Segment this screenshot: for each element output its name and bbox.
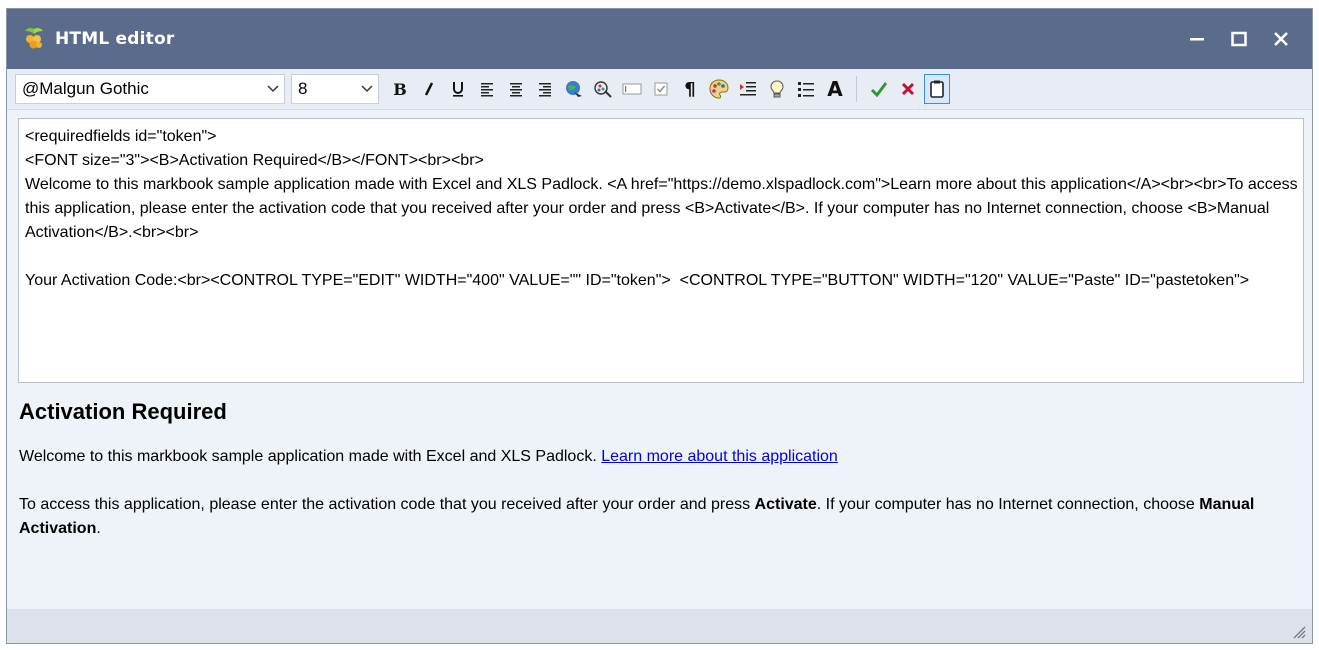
html-editor-window: HTML editor @Malgun Gothic 8 B ¶ A <requ… [6,8,1313,644]
grape-app-icon [25,27,43,49]
font-button[interactable]: A [822,74,848,104]
html-source-editor[interactable]: <requiredfields id="token"> <FONT size="… [18,118,1304,383]
clipboard-button[interactable] [924,74,950,104]
paragraph-button[interactable]: ¶ [677,74,703,104]
preview-access-text-1: To access this application, please enter… [19,496,755,513]
paragraph-icon: ¶ [684,78,696,100]
chevron-down-icon [262,85,284,93]
status-bar [7,609,1312,643]
italic-button[interactable] [416,74,442,104]
cancel-button[interactable] [895,74,921,104]
preview-access-paragraph: To access this application, please enter… [19,493,1309,541]
insert-edit-control-icon [622,83,642,95]
list-icon [798,82,814,97]
html-preview: Activation Required Welcome to this mark… [19,387,1309,609]
preview-access-text-3: . [96,520,101,537]
font-size-value: 8 [298,79,308,98]
font-name-value: @Malgun Gothic [22,79,149,98]
title-bar[interactable]: HTML editor [7,9,1312,69]
close-icon [1274,32,1288,46]
ok-button[interactable] [866,74,892,104]
font-name-select[interactable]: @Malgun Gothic [15,74,285,104]
color-palette-button[interactable] [706,74,732,104]
preview-heading: Activation Required [19,399,227,424]
align-center-button[interactable] [503,74,529,104]
toolbar-separator [856,76,857,102]
maximize-icon [1231,31,1247,47]
close-button[interactable] [1260,9,1302,69]
align-center-icon [510,83,522,97]
clipboard-icon [930,80,944,98]
indent-button[interactable] [735,74,761,104]
insert-image-icon [594,81,612,98]
italic-icon [424,82,434,96]
insert-edit-control-button[interactable] [619,74,645,104]
insert-checkbox-icon [654,82,668,96]
ok-check-icon [870,82,888,98]
insert-link-button[interactable] [561,74,587,104]
bold-icon: B [393,79,407,99]
font-size-select[interactable]: 8 [291,74,379,104]
align-right-icon [539,83,551,97]
insert-image-button[interactable] [590,74,616,104]
color-palette-icon [709,79,729,99]
cancel-x-icon [901,82,915,96]
preview-activate-bold: Activate [754,496,817,513]
insert-checkbox-button[interactable] [648,74,674,104]
insert-link-icon [566,81,582,97]
preview-welcome-text: Welcome to this markbook sample applicat… [19,448,602,465]
preview-access-text-2: . If your computer has no Internet conne… [816,496,1200,513]
tip-bulb-button[interactable] [764,74,790,104]
underline-icon [453,82,463,97]
tip-bulb-icon [770,80,784,98]
editor-toolbar: @Malgun Gothic 8 B ¶ A [7,69,1312,110]
indent-icon [740,82,756,96]
minimize-button[interactable] [1176,9,1218,69]
resize-grip-icon[interactable] [1290,623,1306,639]
learn-more-link[interactable]: Learn more about this application [601,448,838,465]
preview-welcome-paragraph: Welcome to this markbook sample applicat… [19,445,1309,469]
align-left-icon [481,83,493,97]
chevron-down-icon [356,85,378,93]
bold-button[interactable]: B [387,74,413,104]
minimize-icon [1190,38,1204,41]
font-icon: A [827,77,843,101]
window-title: HTML editor [55,29,175,49]
align-left-button[interactable] [474,74,500,104]
align-right-button[interactable] [532,74,558,104]
maximize-button[interactable] [1218,9,1260,69]
list-button[interactable] [793,74,819,104]
underline-button[interactable] [445,74,471,104]
